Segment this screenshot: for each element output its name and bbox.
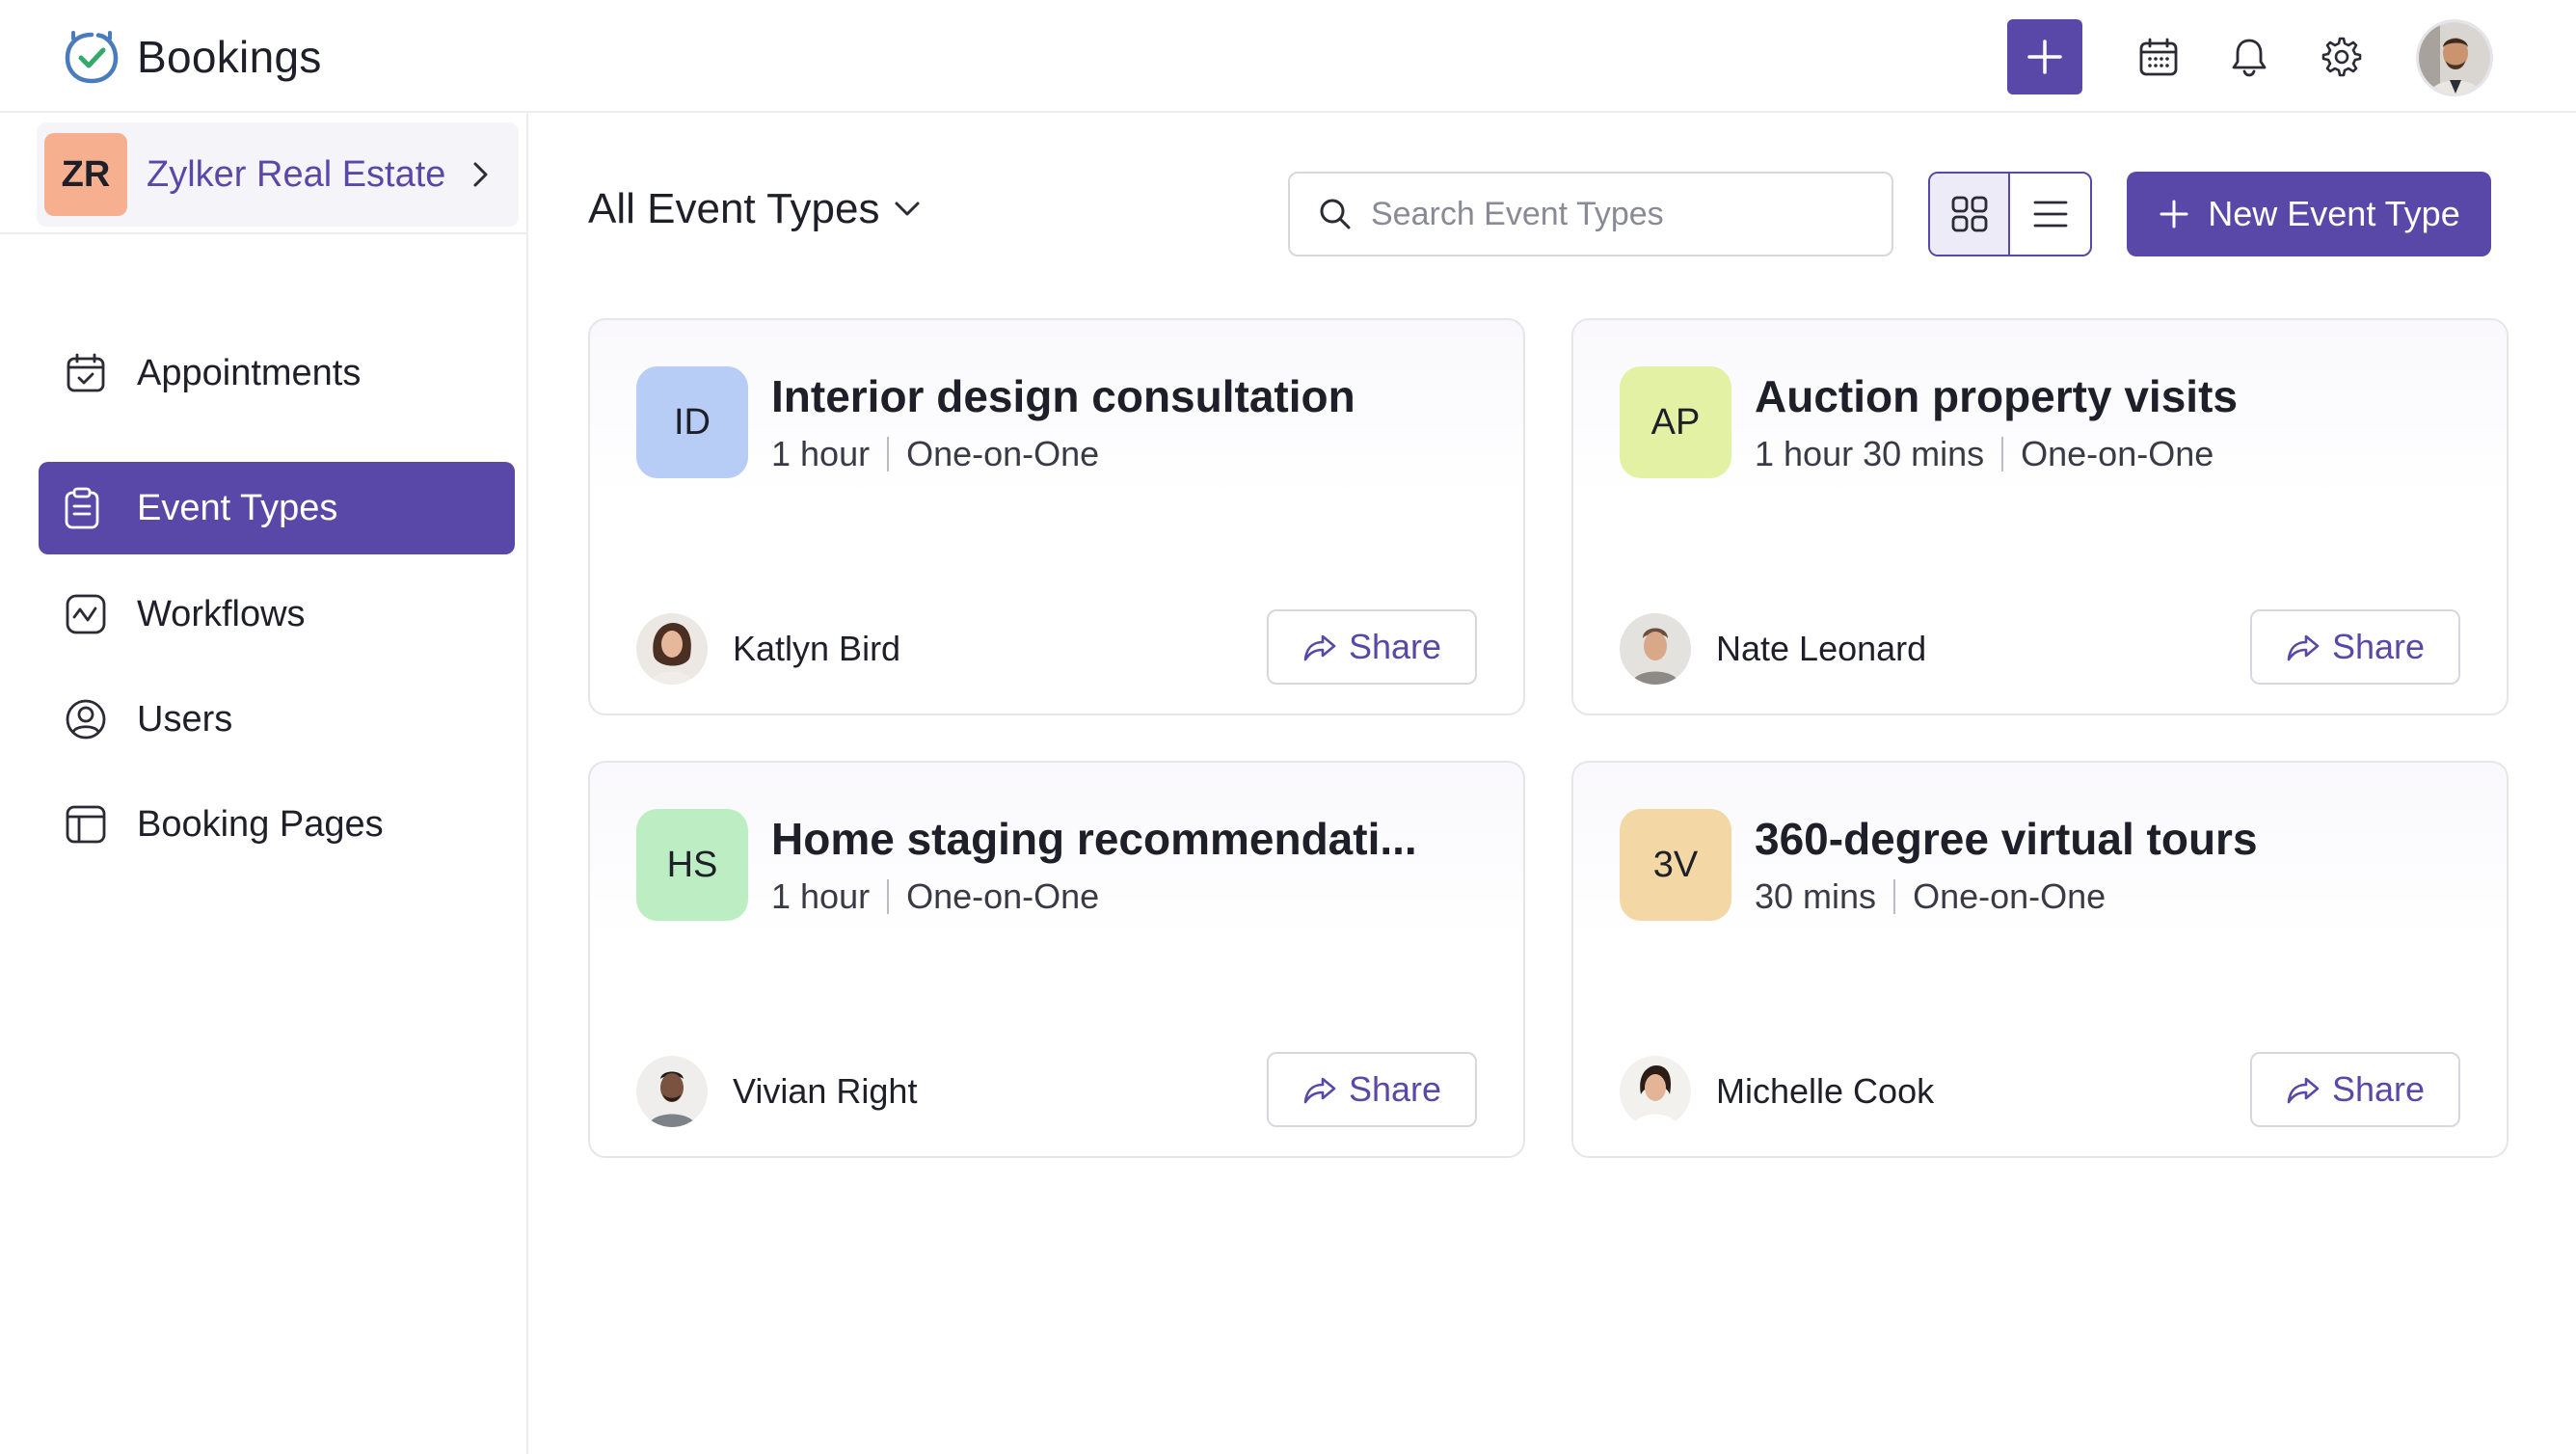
sidebar-item-appointments[interactable]: Appointments <box>39 327 515 419</box>
grid-icon <box>1951 196 1987 232</box>
event-kind: One-on-One <box>906 434 1100 473</box>
share-icon <box>1303 1077 1336 1104</box>
search-input[interactable] <box>1371 195 1872 233</box>
meta-separator <box>887 437 890 471</box>
share-button[interactable]: Share <box>2250 609 2460 685</box>
owner-avatar <box>636 613 708 685</box>
app-title: Bookings <box>137 32 322 82</box>
new-event-type-button[interactable]: New Event Type <box>2127 172 2491 256</box>
brand[interactable]: Bookings <box>60 25 322 89</box>
org-avatar: ZR <box>44 133 127 216</box>
user-avatar[interactable] <box>2416 19 2493 96</box>
top-bar: Bookings <box>0 0 2576 113</box>
event-card[interactable]: HS Home staging recommendati... 1 hour O… <box>588 761 1525 1158</box>
grid-view-button[interactable] <box>1930 174 2011 255</box>
event-title[interactable]: Auction property visits <box>1755 370 2238 422</box>
settings-button[interactable] <box>2318 33 2366 81</box>
calendar-icon <box>2139 38 2178 76</box>
share-icon <box>1303 634 1336 661</box>
org-switcher[interactable]: ZR Zylker Real Estate <box>37 122 519 227</box>
plus-icon <box>2160 200 2188 229</box>
owner-name: Michelle Cook <box>1716 1071 1935 1111</box>
event-meta: 30 mins One-on-One <box>1755 876 2106 917</box>
event-badge: AP <box>1620 366 1731 478</box>
owner-name: Nate Leonard <box>1716 629 1927 668</box>
share-button[interactable]: Share <box>1267 1052 1477 1127</box>
owner-avatar <box>1620 613 1691 685</box>
user-circle-icon <box>64 697 108 741</box>
owner-name: Vivian Right <box>733 1071 918 1111</box>
sidebar-item-label: Workflows <box>137 593 306 634</box>
quick-add-button[interactable] <box>2007 19 2082 94</box>
filter-label: All Event Types <box>588 185 880 232</box>
meta-separator <box>2001 437 2004 471</box>
plus-icon <box>2027 40 2062 74</box>
event-title[interactable]: Interior design consultation <box>771 370 1355 422</box>
workflow-icon <box>64 592 108 636</box>
event-duration: 1 hour <box>771 876 871 916</box>
share-label: Share <box>1348 627 1442 666</box>
share-button[interactable]: Share <box>1267 609 1477 685</box>
owner-name: Katlyn Bird <box>733 629 901 668</box>
share-label: Share <box>2331 1069 2426 1109</box>
notifications-button[interactable] <box>2225 33 2273 81</box>
event-card[interactable]: 3V 360-degree virtual tours 30 mins One-… <box>1571 761 2509 1158</box>
event-kind: One-on-One <box>2021 434 2214 473</box>
event-title[interactable]: 360-degree virtual tours <box>1755 813 2258 865</box>
clipboard-icon <box>60 486 104 530</box>
event-kind: One-on-One <box>906 876 1100 916</box>
sidebar-item-event-types[interactable]: Event Types <box>39 462 515 554</box>
share-icon <box>2287 1077 2320 1104</box>
event-badge: ID <box>636 366 748 478</box>
share-button[interactable]: Share <box>2250 1052 2460 1127</box>
event-duration: 1 hour <box>771 434 871 473</box>
list-view-button[interactable] <box>2010 174 2090 255</box>
event-card[interactable]: AP Auction property visits 1 hour 30 min… <box>1571 318 2509 715</box>
new-event-type-label: New Event Type <box>2208 194 2460 233</box>
bell-icon <box>2232 39 2267 77</box>
event-duration: 30 mins <box>1755 876 1877 916</box>
sidebar-item-label: Event Types <box>137 487 338 528</box>
chevron-down-icon <box>895 202 920 216</box>
chevron-right-icon <box>473 162 488 187</box>
sidebar: ZR Zylker Real Estate Appointments Event… <box>0 113 528 1454</box>
event-type-filter-dropdown[interactable]: All Event Types <box>588 185 924 233</box>
event-duration: 1 hour 30 mins <box>1755 434 1985 473</box>
event-badge: HS <box>636 809 748 921</box>
sidebar-item-label: Users <box>137 698 233 740</box>
share-label: Share <box>1348 1069 1442 1109</box>
meta-separator <box>887 879 890 914</box>
owner-avatar <box>636 1056 708 1127</box>
booking-page-icon <box>64 802 108 847</box>
search-box[interactable] <box>1288 172 1893 256</box>
sidebar-item-booking-pages[interactable]: Booking Pages <box>39 778 515 871</box>
sidebar-item-users[interactable]: Users <box>39 673 515 766</box>
event-kind: One-on-One <box>1913 876 2106 916</box>
share-icon <box>2287 634 2320 661</box>
avatar-photo <box>2419 22 2490 94</box>
calendar-check-icon <box>64 351 108 395</box>
event-meta: 1 hour One-on-One <box>771 876 1099 917</box>
event-badge: 3V <box>1620 809 1731 921</box>
sidebar-item-workflows[interactable]: Workflows <box>39 568 515 660</box>
gear-icon <box>2321 37 2362 77</box>
event-title[interactable]: Home staging recommendati... <box>771 813 1417 865</box>
event-meta: 1 hour 30 mins One-on-One <box>1755 434 2214 474</box>
event-meta: 1 hour One-on-One <box>771 434 1099 474</box>
sidebar-divider <box>0 232 526 234</box>
list-icon <box>2033 201 2067 228</box>
sidebar-item-label: Appointments <box>137 352 362 393</box>
bookings-logo-icon <box>65 31 119 84</box>
search-icon <box>1320 199 1351 229</box>
view-toggle <box>1928 172 2092 256</box>
share-label: Share <box>2331 627 2426 666</box>
event-card[interactable]: ID Interior design consultation 1 hour O… <box>588 318 1525 715</box>
meta-separator <box>1893 879 1896 914</box>
org-name: Zylker Real Estate <box>147 153 446 195</box>
calendar-button[interactable] <box>2134 33 2183 81</box>
sidebar-item-label: Booking Pages <box>137 803 384 845</box>
owner-avatar <box>1620 1056 1691 1127</box>
